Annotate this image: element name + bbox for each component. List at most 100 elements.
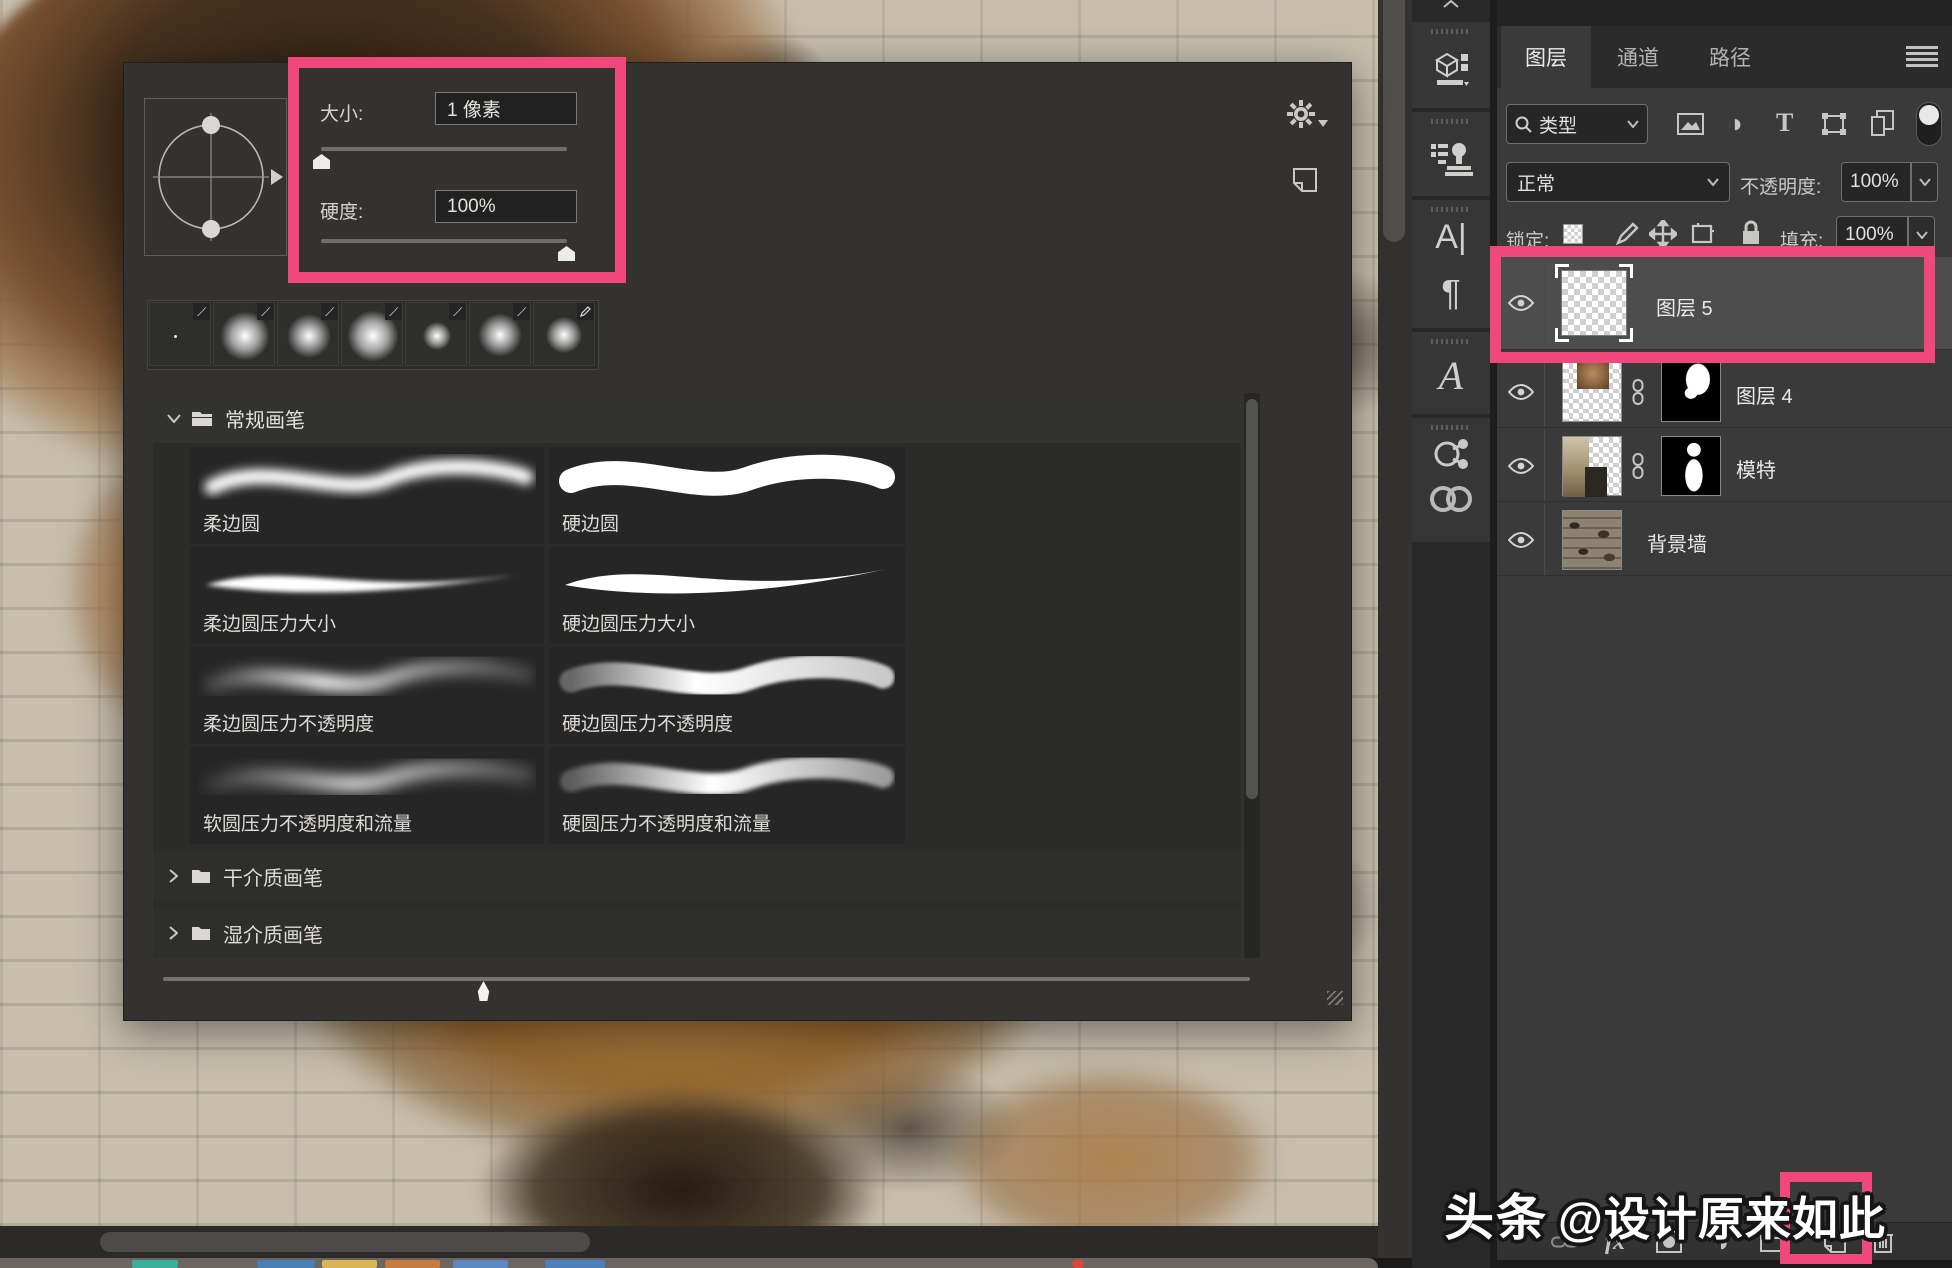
layer-mask-thumbnail[interactable] <box>1661 436 1721 496</box>
brush-item[interactable]: 硬边圆压力大小 <box>549 547 905 644</box>
brush-item[interactable]: 柔边圆 <box>190 447 544 544</box>
clone-stamp-icon <box>1429 136 1473 178</box>
lock-artboard-icon[interactable] <box>1689 222 1715 246</box>
brush-item[interactable]: 硬边圆压力不透明度 <box>549 647 905 744</box>
recent-brush-pixel[interactable] <box>149 302 211 366</box>
creative-cloud-icon <box>1429 484 1473 514</box>
layer-row-model[interactable]: 模特 <box>1497 430 1952 502</box>
filter-smart-objects-icon[interactable] <box>1871 110 1895 136</box>
brush-item[interactable]: 硬边圆 <box>549 447 905 544</box>
brush-group-general[interactable]: 常规画笔 <box>153 393 1241 443</box>
drag-grip <box>1431 207 1471 212</box>
opacity-value[interactable]: 100% <box>1841 162 1911 202</box>
recent-brush-soft[interactable] <box>213 302 275 366</box>
drag-grip <box>1431 29 1471 34</box>
panel-resize-grip[interactable] <box>1327 991 1343 1005</box>
chevron-down-icon <box>167 414 181 423</box>
recent-brush-pencil[interactable] <box>533 302 595 366</box>
paragraph-panel-icon[interactable]: ¶ <box>1412 272 1490 314</box>
layer-mask-thumbnail[interactable] <box>1661 362 1721 422</box>
dock-tile-glyphs[interactable]: A <box>1412 332 1490 414</box>
layer-row-4[interactable]: 图层 4 <box>1497 356 1952 428</box>
tab-paths[interactable]: 路径 <box>1685 26 1775 88</box>
tab-channels[interactable]: 通道 <box>1593 26 1683 88</box>
chevron-down-icon <box>1627 120 1639 128</box>
drag-grip <box>1431 119 1471 124</box>
filter-adjustment-layers-icon[interactable]: ◑ <box>1727 108 1743 139</box>
lock-paint-icon[interactable] <box>1615 222 1639 246</box>
recent-brush-soft[interactable] <box>277 302 339 366</box>
eye-icon <box>1508 383 1534 401</box>
lock-position-icon[interactable] <box>1649 220 1677 248</box>
os-dock-strip <box>0 1258 1378 1268</box>
layer-name[interactable]: 背景墙 <box>1647 528 1707 557</box>
filter-type-layers-icon[interactable]: T <box>1776 108 1793 138</box>
panel-menu-icon[interactable] <box>1906 46 1938 68</box>
blend-mode-value: 正常 <box>1517 169 1555 196</box>
annotation-box-brush-settings <box>288 57 626 283</box>
recent-brushes-strip <box>147 300 599 370</box>
recent-brush-soft[interactable] <box>341 302 403 366</box>
layer-thumbnail[interactable] <box>1562 436 1622 496</box>
tab-layers[interactable]: 图层 <box>1501 26 1591 88</box>
pencil-badge-icon <box>577 303 594 320</box>
share-node-icon <box>1431 434 1471 474</box>
stroke-preview-slider-thumb[interactable] <box>476 981 491 1001</box>
properties-3d-icon <box>1431 48 1471 88</box>
layer-thumbnail[interactable] <box>1562 510 1622 570</box>
filter-shape-layers-icon[interactable] <box>1821 112 1847 136</box>
brush-list-scrollbar-thumb[interactable] <box>1246 399 1258 799</box>
brush-badge-icon <box>513 303 530 320</box>
filter-toggle[interactable] <box>1916 102 1942 146</box>
dock-app-tile <box>322 1260 377 1268</box>
eye-icon <box>1508 457 1534 475</box>
panel-bottom-strip <box>1497 1260 1952 1268</box>
panel-dock-strip: A| ¶ A <box>1412 0 1490 1268</box>
photoshop-window: 大小: 1 像素 硬度: 100% <box>0 0 1952 1268</box>
dock-tile-libraries[interactable] <box>1412 418 1490 542</box>
canvas-vscrollbar-thumb[interactable] <box>1383 0 1405 242</box>
layer-name[interactable]: 图层 4 <box>1736 380 1793 409</box>
brush-group-wet-media[interactable]: 湿介质画笔 <box>153 908 1241 958</box>
layer-filter-dropdown[interactable]: 类型 <box>1506 104 1648 144</box>
link-icon <box>1631 453 1645 479</box>
new-preset-icon[interactable] <box>1292 167 1318 193</box>
dock-tile-type-panels[interactable]: A| ¶ <box>1412 200 1490 328</box>
canvas-vscrollbar[interactable] <box>1378 0 1412 1258</box>
recent-brush-small-soft[interactable] <box>405 302 467 366</box>
brush-item[interactable]: 硬圆压力不透明度和流量 <box>549 747 905 844</box>
brush-group-dry-media[interactable]: 干介质画笔 <box>153 851 1241 901</box>
visibility-toggle[interactable] <box>1497 430 1545 501</box>
filter-pixel-layers-icon[interactable] <box>1677 113 1704 135</box>
brush-badge-icon <box>321 303 338 320</box>
dock-tile-clone-source[interactable] <box>1412 112 1490 196</box>
panel-tab-bar: 图层 通道 路径 <box>1497 26 1952 88</box>
canvas-hscrollbar[interactable] <box>0 1226 1378 1258</box>
opacity-chevron[interactable] <box>1911 162 1938 202</box>
brush-list-scrollbar[interactable] <box>1244 393 1260 958</box>
layer-thumbnail[interactable] <box>1562 362 1622 422</box>
layers-panel: 图层 通道 路径 类型 ◑ T <box>1497 0 1952 1268</box>
visibility-toggle[interactable] <box>1497 356 1545 427</box>
canvas-hscrollbar-thumb[interactable] <box>100 1232 590 1252</box>
lock-transparency-icon[interactable] <box>1563 224 1583 244</box>
blend-mode-dropdown[interactable]: 正常 <box>1506 162 1730 202</box>
layer-name[interactable]: 模特 <box>1736 454 1776 483</box>
layer-row-background-wall[interactable]: 背景墙 <box>1497 504 1952 576</box>
brush-item[interactable]: 柔边圆压力大小 <box>190 547 544 644</box>
stroke-preview-slider[interactable] <box>163 977 1250 981</box>
lock-all-icon[interactable] <box>1741 220 1761 246</box>
dock-app-tile <box>545 1260 605 1268</box>
brush-item[interactable]: 软圆压力不透明度和流量 <box>190 747 544 844</box>
folder-icon <box>191 925 211 942</box>
dock-tile-3d[interactable] <box>1412 22 1490 108</box>
watermark: 头条@设计原来如此 <box>1444 1178 1886 1250</box>
brush-group-label: 湿介质画笔 <box>223 919 323 948</box>
panel-settings-gear-icon[interactable] <box>1286 99 1316 129</box>
character-panel-icon[interactable]: A| <box>1412 218 1490 257</box>
glyphs-panel-icon[interactable]: A <box>1412 352 1490 399</box>
brush-angle-preview[interactable] <box>144 98 287 256</box>
visibility-toggle[interactable] <box>1497 504 1545 575</box>
brush-item[interactable]: 柔边圆压力不透明度 <box>190 647 544 744</box>
recent-brush-soft[interactable] <box>469 302 531 366</box>
